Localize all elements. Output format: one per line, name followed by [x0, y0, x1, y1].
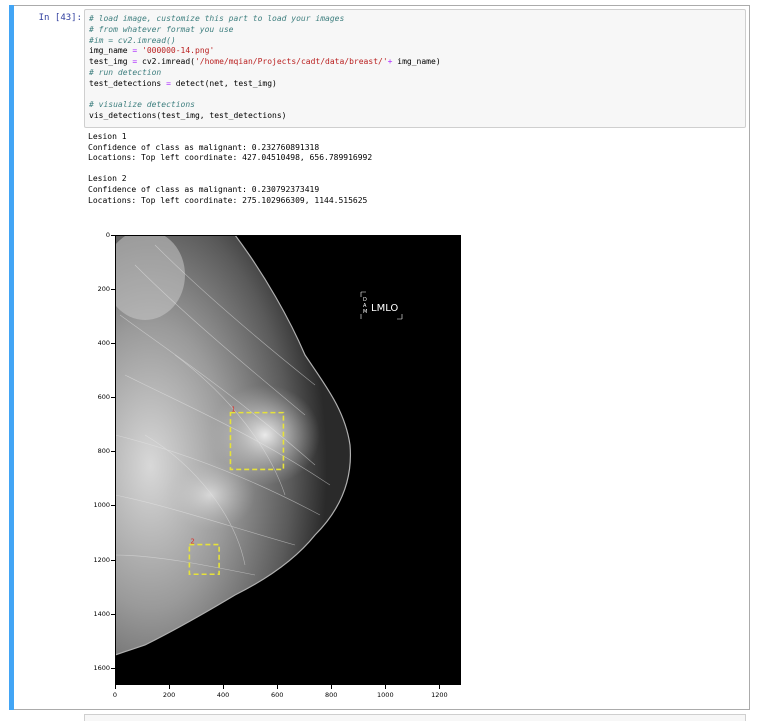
code-token: '000000-14.png' [142, 46, 215, 56]
notebook-frame: In [43]: # load image, customize this pa… [0, 0, 759, 721]
next-code-cell[interactable] [84, 714, 746, 721]
y-tick-mark [111, 235, 115, 236]
x-tick-mark [223, 685, 225, 689]
y-tick-label: 0 [105, 231, 110, 239]
code-line: img_name = '000000-14.png' [89, 46, 741, 57]
y-tick-label: 600 [97, 393, 110, 402]
output-line: Locations: Top left coordinate: 427.0451… [88, 153, 373, 163]
y-tick-mark [111, 505, 115, 507]
code-token: #im = cv2.imread() [89, 35, 176, 45]
output-line: Confidence of class as malignant: 0.2327… [88, 142, 320, 152]
code-token: vis_detections(test_img, test_detections… [89, 111, 287, 121]
y-tick-label: 800 [97, 447, 110, 456]
code-line: vis_detections(test_img, test_detections… [89, 111, 741, 122]
code-token: img_name [89, 46, 133, 56]
code-token: detect(net, test_img) [170, 78, 277, 88]
x-tick-mark [439, 685, 441, 689]
code-line: test_detections = detect(net, test_img) [89, 79, 741, 90]
code-line: test_img = cv2.imread('/home/mqian/Proje… [89, 57, 741, 68]
code-token: # visualize detections [89, 100, 195, 110]
x-tick-mark [277, 685, 279, 689]
code-token: '/home/mqian/Projects/cadt/data/breast/' [194, 57, 388, 67]
x-tick-label: 800 [325, 691, 338, 699]
x-tick-label: 1000 [377, 691, 394, 699]
y-tick-label: 1000 [93, 501, 110, 510]
code-token: # run detection [89, 67, 162, 77]
y-tick-mark [111, 559, 115, 561]
x-tick-label: 400 [216, 691, 230, 699]
code-token: test_img [89, 57, 133, 67]
code-token: # from whatever format you use [89, 24, 234, 34]
y-tick-label: 1200 [93, 555, 110, 564]
plot-axes [115, 235, 461, 685]
y-tick-mark [111, 613, 115, 615]
output-line: Confidence of class as malignant: 0.2307… [88, 184, 320, 194]
code-token: # load image, customize this part to loa… [89, 14, 345, 23]
cell-output-text: Lesion 1 Confidence of class as malignant… [88, 132, 728, 206]
x-tick-label: 200 [162, 691, 176, 699]
y-tick-label: 1400 [93, 609, 110, 618]
output-line: Locations: Top left coordinate: 275.1029… [88, 195, 368, 205]
y-tick-mark [111, 451, 115, 453]
y-tick-mark [111, 289, 115, 291]
x-tick-mark [385, 685, 387, 689]
x-tick-mark [115, 685, 116, 689]
code-line: # from whatever format you use [89, 25, 741, 36]
y-tick-label: 1600 [93, 663, 110, 672]
y-tick-mark [111, 667, 115, 669]
y-tick-label: 400 [97, 339, 110, 348]
code-editor[interactable]: # load image, customize this part to loa… [84, 9, 746, 128]
output-line: Lesion 2 [88, 174, 127, 184]
y-tick-label: 200 [97, 285, 110, 294]
code-token: img_name) [392, 57, 441, 67]
output-line: Lesion 1 [88, 132, 127, 141]
x-tick-label: 1200 [431, 691, 448, 699]
input-prompt: In [43]: [38, 13, 82, 23]
code-token: test_detections [89, 78, 167, 88]
x-tick-mark [331, 685, 333, 689]
y-tick-mark [111, 397, 115, 399]
y-tick-mark [111, 343, 115, 345]
code-line: # visualize detections [89, 100, 741, 111]
code-token: cv2.imread( [137, 57, 195, 67]
x-tick-mark [169, 685, 171, 689]
code-line: #im = cv2.imread() [89, 36, 741, 47]
output-figure: DAM LMLO 12 0 200 400 600 800 1000 1200 1400 160… [84, 225, 474, 705]
x-tick-label: 0 [112, 691, 118, 699]
code-line: # load image, customize this part to loa… [89, 14, 741, 25]
code-line: # run detection [89, 68, 741, 79]
x-tick-label: 600 [270, 691, 284, 699]
